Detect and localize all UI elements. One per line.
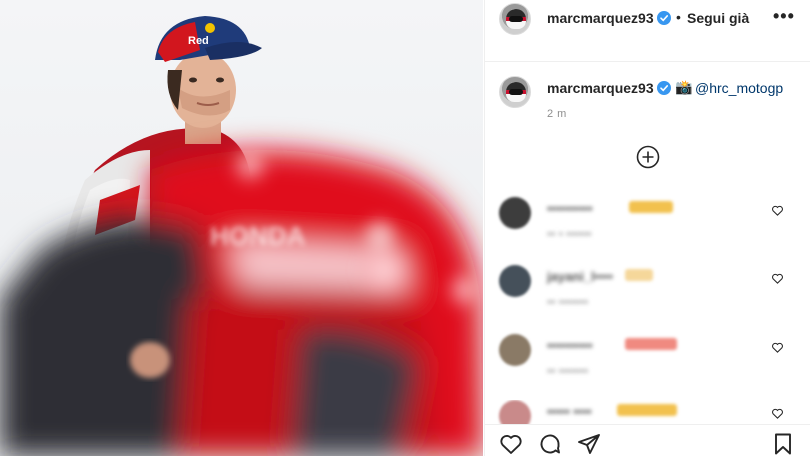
svg-text:HONDA: HONDA	[210, 221, 306, 251]
author-username[interactable]: marcmarquez93	[547, 10, 654, 26]
post-header: marcmarquez93 • Segui già •••	[485, 0, 810, 62]
post-timestamp[interactable]: 2 m	[547, 108, 567, 120]
commenter-avatar[interactable]	[499, 197, 531, 229]
post-action-bar	[485, 424, 810, 456]
post-side-panel: marcmarquez93 • Segui già ••• marcmarque…	[484, 0, 810, 456]
commenter-avatar[interactable]	[499, 334, 531, 366]
svg-text:Red: Red	[188, 35, 209, 47]
heart-icon[interactable]	[771, 204, 784, 217]
commenter-username[interactable]: jayani_l••••	[547, 269, 613, 284]
commenter-username[interactable]: ••••••••••	[547, 201, 593, 216]
commenter-username[interactable]: ••••• ••••	[547, 404, 592, 419]
heart-icon[interactable]	[771, 407, 784, 420]
separator-dot: •	[676, 9, 681, 25]
caption-avatar[interactable]	[499, 76, 531, 108]
comment-item: •••••••••• •• •••••••	[485, 334, 810, 394]
comment-meta: •• • ••••••	[547, 227, 592, 241]
helmet-visor	[509, 16, 523, 22]
heart-icon[interactable]	[771, 341, 784, 354]
bookmark-icon[interactable]	[771, 432, 795, 456]
post-photo[interactable]: PSOL REPSOL HAT Red HO	[0, 0, 483, 456]
commenter-username[interactable]: ••••••••••	[547, 338, 593, 353]
commenter-avatar[interactable]	[499, 400, 531, 424]
verified-badge-icon	[657, 11, 671, 25]
comment-item: •••••••••• •• • ••••••	[485, 197, 810, 257]
emoji-blur	[625, 338, 677, 350]
comment-meta: •• •••••••	[547, 295, 589, 309]
heart-icon[interactable]	[499, 432, 523, 456]
comment-item: ••••• ••••	[485, 400, 810, 424]
more-options-icon[interactable]: •••	[773, 6, 795, 27]
emoji-blur	[629, 201, 673, 213]
heart-icon[interactable]	[771, 272, 784, 285]
emoji-blur	[625, 269, 653, 281]
commenter-avatar[interactable]	[499, 265, 531, 297]
author-avatar[interactable]	[499, 3, 531, 35]
caption-username[interactable]: marcmarquez93	[547, 80, 654, 96]
camera-emoji: 📸	[675, 79, 693, 95]
verified-badge-icon	[657, 81, 671, 95]
comment-meta: •• •••••••	[547, 364, 589, 378]
comment-icon[interactable]	[538, 432, 562, 456]
share-icon[interactable]	[577, 432, 601, 456]
emoji-blur	[617, 404, 677, 416]
comment-item: jayani_l•••• •• •••••••	[485, 265, 810, 325]
follow-status-button[interactable]: Segui già	[687, 10, 749, 26]
caption-mention-link[interactable]: @hrc_motogp	[695, 80, 783, 96]
rider-photo-illustration: PSOL REPSOL HAT Red HO	[0, 16, 483, 456]
helmet-visor	[509, 89, 523, 95]
plus-circle-icon[interactable]	[636, 145, 660, 169]
